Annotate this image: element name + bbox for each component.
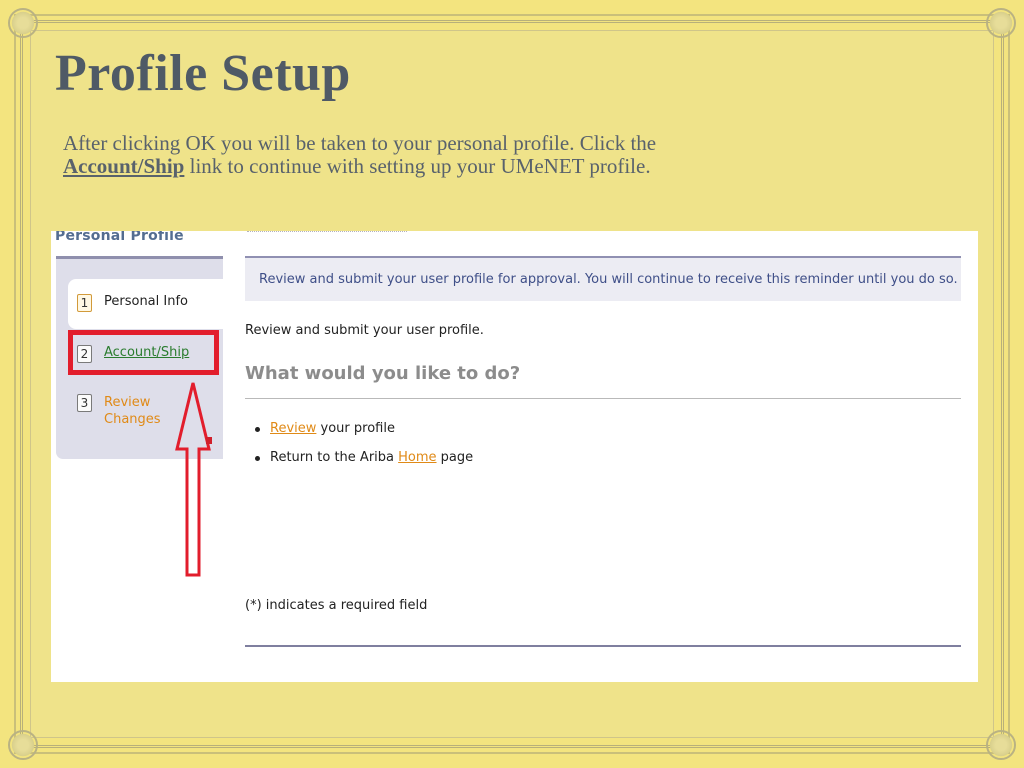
home-prefix: Return to the Ariba — [270, 450, 399, 465]
intro-text: Review and submit your user profile. — [245, 323, 484, 338]
corner-ornament-icon — [8, 730, 38, 760]
bullet-icon — [255, 456, 260, 461]
corner-ornament-icon — [986, 730, 1016, 760]
red-arrow-icon — [175, 382, 211, 577]
home-suffix: page — [436, 450, 474, 465]
option-home-text: Return to the Ariba Home page — [270, 450, 473, 465]
question-heading: What would you like to do? — [245, 363, 521, 384]
red-highlight-box — [68, 330, 219, 375]
home-link[interactable]: Home — [398, 450, 436, 465]
reminder-notice: Review and submit your user profile for … — [245, 258, 961, 301]
list-item: Review your profile — [255, 421, 473, 450]
step-review-changes[interactable]: 3 Review Changes — [77, 394, 174, 428]
step-number-badge: 1 — [77, 294, 92, 312]
slide-body-account-ship-link: Account/Ship — [63, 154, 185, 178]
review-changes-link[interactable]: Review Changes — [104, 394, 174, 428]
embedded-screenshot: Personal Profile 1 Personal Info 2 Accou… — [51, 231, 978, 682]
slide-body-before: After clicking OK you will be taken to y… — [63, 131, 657, 155]
cutoff-header — [247, 231, 407, 232]
corner-ornament-icon — [986, 8, 1016, 38]
slide-body-after: link to continue with setting up your UM… — [184, 154, 651, 178]
personal-profile-header: Personal Profile — [55, 231, 184, 244]
review-suffix: your profile — [316, 421, 395, 436]
step-number-badge: 3 — [77, 394, 92, 412]
question-divider — [245, 398, 961, 399]
required-field-note: (*) indicates a required field — [245, 598, 428, 613]
option-review-text: Review your profile — [270, 421, 395, 436]
slide-body-text: After clicking OK you will be taken to y… — [63, 132, 863, 178]
slide-title: Profile Setup — [55, 45, 351, 102]
action-options-list: Review your profile Return to the Ariba … — [255, 421, 473, 479]
step-label: Personal Info — [104, 294, 188, 309]
step-personal-info[interactable]: 1 Personal Info — [77, 294, 188, 312]
bullet-icon — [255, 427, 260, 432]
bottom-divider — [245, 645, 961, 647]
review-link[interactable]: Review — [270, 421, 316, 436]
list-item: Return to the Ariba Home page — [255, 450, 473, 479]
corner-ornament-icon — [8, 8, 38, 38]
red-dot-marker — [206, 437, 212, 444]
